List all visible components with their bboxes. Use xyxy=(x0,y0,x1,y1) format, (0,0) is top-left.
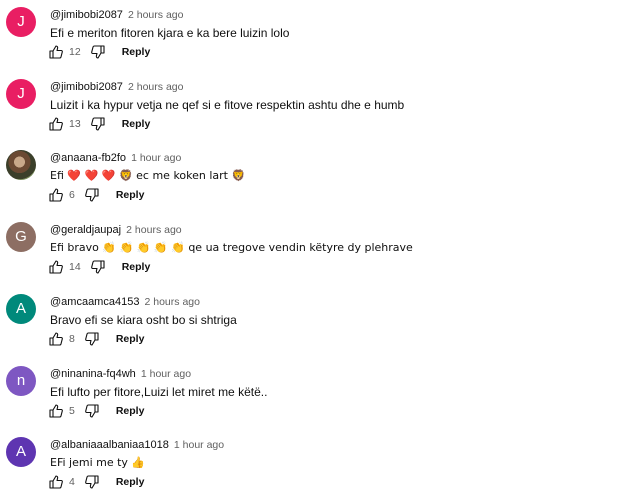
dislike-icon[interactable] xyxy=(90,259,106,275)
like-count: 13 xyxy=(69,118,81,130)
comment-meta: @albaniaaalbaniaa1018 1 hour ago xyxy=(50,439,224,451)
comment-item: A @amcaamca4153 2 hours ago Bravo efi se… xyxy=(0,290,640,360)
comment-meta: @amcaamca4153 2 hours ago xyxy=(50,296,200,308)
like-count: 14 xyxy=(69,261,81,273)
comment-item: @anaana-fb2fo 1 hour ago Efi ❤️ ❤️ ❤️ 🦁 … xyxy=(0,146,640,216)
comment-timestamp[interactable]: 2 hours ago xyxy=(128,9,183,21)
reply-button[interactable]: Reply xyxy=(116,189,145,201)
comment-meta: @anaana-fb2fo 1 hour ago xyxy=(50,152,181,164)
like-icon[interactable] xyxy=(48,44,64,60)
dislike-icon[interactable] xyxy=(84,187,100,203)
reply-button[interactable]: Reply xyxy=(116,476,145,488)
avatar[interactable]: A xyxy=(6,294,36,324)
reply-button[interactable]: Reply xyxy=(122,261,151,273)
comment-meta: @ninanina-fq4wh 1 hour ago xyxy=(50,368,191,380)
comment-timestamp[interactable]: 2 hours ago xyxy=(128,81,183,93)
avatar[interactable]: J xyxy=(6,79,36,109)
comment-text: Efi lufto per fitore,Luizi let miret me … xyxy=(50,385,268,399)
comment-timestamp[interactable]: 2 hours ago xyxy=(126,224,181,236)
like-icon[interactable] xyxy=(48,403,64,419)
reply-button[interactable]: Reply xyxy=(122,46,151,58)
comment-item: n @ninanina-fq4wh 1 hour ago Efi lufto p… xyxy=(0,362,640,432)
avatar[interactable] xyxy=(6,150,36,180)
comment-actions: 12 Reply xyxy=(48,43,150,61)
comment-actions: 8 Reply xyxy=(48,330,144,348)
dislike-icon[interactable] xyxy=(84,331,100,347)
comment-item: G @geraldjaupaj 2 hours ago Efi bravo 👏 … xyxy=(0,218,640,288)
comment-timestamp[interactable]: 1 hour ago xyxy=(141,368,191,380)
comment-author[interactable]: @jimibobi2087 xyxy=(50,81,123,93)
comment-timestamp[interactable]: 1 hour ago xyxy=(131,152,181,164)
like-count: 5 xyxy=(69,405,75,417)
comment-item: A @albaniaaalbaniaa1018 1 hour ago EFi j… xyxy=(0,433,640,503)
avatar[interactable]: A xyxy=(6,437,36,467)
comment-text: Efi e meriton fitoren kjara e ka bere lu… xyxy=(50,26,290,40)
avatar[interactable]: J xyxy=(6,7,36,37)
dislike-icon[interactable] xyxy=(90,116,106,132)
comment-text: Luizit i ka hypur vetja ne qef si e fito… xyxy=(50,98,405,112)
like-icon[interactable] xyxy=(48,116,64,132)
comment-actions: 5 Reply xyxy=(48,402,144,420)
comment-author[interactable]: @albaniaaalbaniaa1018 xyxy=(50,439,169,451)
comment-timestamp[interactable]: 2 hours ago xyxy=(145,296,200,308)
comment-text: Bravo efi se kiara osht bo si shtriga xyxy=(50,313,237,327)
comment-actions: 6 Reply xyxy=(48,186,144,204)
comment-author[interactable]: @amcaamca4153 xyxy=(50,296,139,308)
comment-actions: 13 Reply xyxy=(48,115,150,133)
comment-text: Efi bravo 👏 👏 👏 👏 👏 qe ua tregove vendin… xyxy=(50,241,413,254)
dislike-icon[interactable] xyxy=(84,403,100,419)
like-count: 6 xyxy=(69,189,75,201)
comment-meta: @geraldjaupaj 2 hours ago xyxy=(50,224,182,236)
like-icon[interactable] xyxy=(48,331,64,347)
reply-button[interactable]: Reply xyxy=(116,333,145,345)
comment-item: J @jimibobi2087 2 hours ago Luizit i ka … xyxy=(0,75,640,145)
like-icon[interactable] xyxy=(48,259,64,275)
comment-author[interactable]: @geraldjaupaj xyxy=(50,224,121,236)
comment-text: Efi ❤️ ❤️ ❤️ 🦁 ec me koken lart 🦁 xyxy=(50,169,246,182)
comment-author[interactable]: @jimibobi2087 xyxy=(50,9,123,21)
comment-text: EFi jemi me ty 👍 xyxy=(50,456,146,469)
like-count: 8 xyxy=(69,333,75,345)
like-count: 12 xyxy=(69,46,81,58)
reply-button[interactable]: Reply xyxy=(116,405,145,417)
comment-timestamp[interactable]: 1 hour ago xyxy=(174,439,224,451)
comment-author[interactable]: @anaana-fb2fo xyxy=(50,152,126,164)
like-icon[interactable] xyxy=(48,474,64,490)
like-count: 4 xyxy=(69,476,75,488)
comment-actions: 4 Reply xyxy=(48,473,144,491)
avatar[interactable]: G xyxy=(6,222,36,252)
like-icon[interactable] xyxy=(48,187,64,203)
comment-actions: 14 Reply xyxy=(48,258,150,276)
comment-item: J @jimibobi2087 2 hours ago Efi e merito… xyxy=(0,3,640,73)
dislike-icon[interactable] xyxy=(84,474,100,490)
comment-author[interactable]: @ninanina-fq4wh xyxy=(50,368,136,380)
comment-meta: @jimibobi2087 2 hours ago xyxy=(50,9,183,21)
dislike-icon[interactable] xyxy=(90,44,106,60)
comment-meta: @jimibobi2087 2 hours ago xyxy=(50,81,183,93)
reply-button[interactable]: Reply xyxy=(122,118,151,130)
avatar[interactable]: n xyxy=(6,366,36,396)
